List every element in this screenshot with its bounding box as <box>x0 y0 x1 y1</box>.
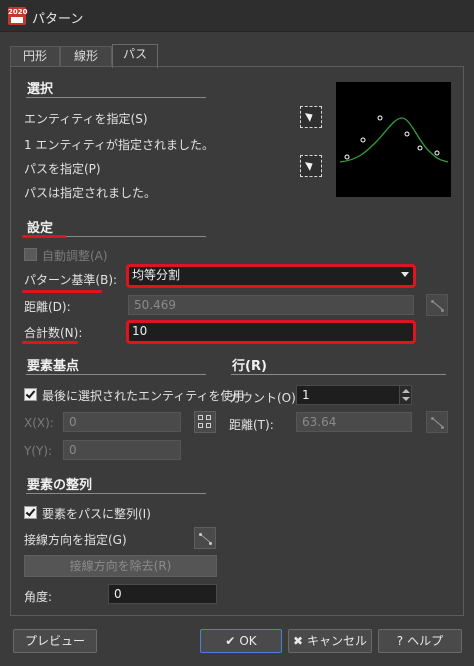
settings-heading: 設定 <box>27 221 54 236</box>
help-button[interactable]: ? ヘルプ <box>378 629 462 653</box>
distance-pick-icon[interactable] <box>426 294 448 316</box>
angle-input[interactable]: 0 <box>108 584 217 604</box>
path-status: パスは指定されました。 <box>24 186 157 200</box>
row-distance-pick-icon[interactable] <box>426 411 448 433</box>
base-point-divider <box>26 374 206 375</box>
app-logo-icon: 2020 <box>8 7 28 25</box>
base-point-heading: 要素基点 <box>27 359 80 374</box>
tangent-pick-icon[interactable] <box>194 527 216 549</box>
last-selected-checkbox[interactable] <box>24 388 37 401</box>
total-count-label: 合計数(N): <box>24 326 83 340</box>
row-divider <box>231 374 446 375</box>
chevron-down-icon <box>401 272 409 277</box>
path-curve <box>339 117 449 163</box>
auto-adjust-label: 自動調整(A) <box>42 249 108 263</box>
ok-button[interactable]: ✔ OK <box>200 629 282 653</box>
alignment-heading: 要素の整列 <box>27 478 93 493</box>
alignment-divider <box>26 493 206 494</box>
last-selected-label: 最後に選択されたエンティティを使用 <box>42 389 245 403</box>
row-distance-input[interactable]: 63.64 <box>296 412 412 432</box>
pattern-point <box>344 154 350 160</box>
total-count-underline <box>22 341 78 344</box>
auto-adjust-checkbox[interactable] <box>24 248 37 261</box>
x-input[interactable]: 0 <box>63 412 181 432</box>
y-label: Y(Y): <box>24 444 53 458</box>
pattern-basis-value: 均等分割 <box>132 268 181 282</box>
distance-input[interactable]: 50.469 <box>128 295 414 315</box>
row-heading: 行(R) <box>232 359 267 374</box>
pattern-basis-label: パターン基準(B): <box>24 273 118 287</box>
title-bar: 2020 パターン <box>0 0 474 32</box>
pattern-point <box>417 145 423 151</box>
question-icon: ? <box>396 634 404 648</box>
path-label: パスを指定(P) <box>24 162 101 176</box>
help-label: ヘルプ <box>407 634 444 648</box>
pattern-basis-dropdown[interactable]: 均等分割 <box>126 264 416 288</box>
pattern-preview-graphic <box>339 115 449 163</box>
selection-heading: 選択 <box>27 82 54 97</box>
base-point-pick-icon[interactable] <box>194 411 216 433</box>
row-count-input[interactable]: 1 <box>296 385 412 405</box>
tab-circular[interactable]: 円形 <box>10 46 60 67</box>
cancel-button[interactable]: ✖ キャンセル <box>288 629 372 653</box>
row-distance-label: 距離(T): <box>229 418 274 432</box>
tab-linear[interactable]: 線形 <box>60 46 112 67</box>
preview-button[interactable]: プレビュー <box>13 629 97 653</box>
cancel-label: キャンセル <box>307 634 368 648</box>
pattern-point <box>377 115 383 121</box>
tangent-direction-label: 接線方向を指定(G) <box>24 533 127 547</box>
entity-status: 1 エンティティが指定されました。 <box>24 138 215 152</box>
entity-pick-icon[interactable] <box>300 106 322 128</box>
app-logo-text: 2020 <box>8 8 28 16</box>
entity-label: エンティティを指定(S) <box>24 112 148 126</box>
pattern-basis-underline <box>22 290 102 293</box>
tab-path[interactable]: パス <box>112 44 158 68</box>
row-count-label: カウント(O): <box>229 391 300 405</box>
align-to-path-checkbox[interactable] <box>24 506 37 519</box>
pattern-point <box>434 150 440 156</box>
distance-label: 距離(D): <box>24 300 71 314</box>
total-count-input[interactable]: 10 <box>126 320 416 344</box>
x-label: X(X): <box>24 416 54 430</box>
selection-divider <box>26 97 206 98</box>
pattern-preview <box>336 82 451 197</box>
y-input[interactable]: 0 <box>63 440 181 460</box>
row-count-stepper[interactable] <box>399 386 411 404</box>
pattern-point <box>404 131 410 137</box>
pattern-point <box>360 137 366 143</box>
window-title: パターン <box>32 12 84 27</box>
ok-label: OK <box>239 634 257 648</box>
close-icon: ✖ <box>292 634 304 648</box>
path-pick-icon[interactable] <box>300 155 322 177</box>
align-to-path-label: 要素をパスに整列(I) <box>42 507 151 521</box>
row-count-value: 1 <box>302 388 310 402</box>
checkmark-icon: ✔ <box>225 634 236 648</box>
angle-label: 角度: <box>24 590 53 604</box>
settings-highlight-underline <box>22 235 66 238</box>
remove-tangent-button[interactable]: 接線方向を除去(R) <box>24 555 217 577</box>
